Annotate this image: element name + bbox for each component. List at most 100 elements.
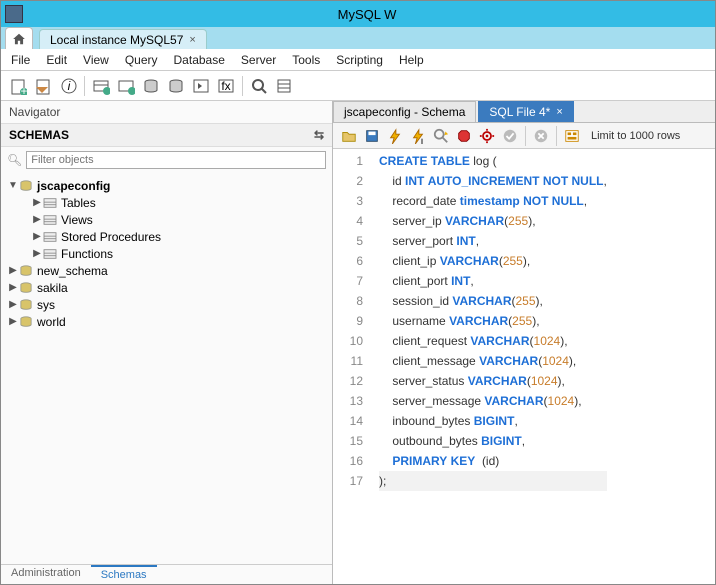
code-line[interactable]: username VARCHAR(255),	[379, 311, 607, 331]
tab-administration[interactable]: Administration	[1, 565, 91, 584]
window-title: MySQL W	[23, 7, 711, 22]
code-line[interactable]: client_ip VARCHAR(255),	[379, 251, 607, 271]
table-add-button[interactable]	[90, 75, 112, 97]
code-line[interactable]: id INT AUTO_INCREMENT NOT NULL,	[379, 171, 607, 191]
window-tabbar: Local instance MySQL57 ×	[1, 27, 715, 49]
tree-node-views[interactable]: ▶Views	[31, 211, 332, 228]
open-sql-button[interactable]	[32, 75, 54, 97]
schema-add-button[interactable]	[115, 75, 137, 97]
line-number: 4	[333, 211, 363, 231]
explain-button[interactable]	[431, 126, 451, 146]
menu-scripting[interactable]: Scripting	[336, 53, 383, 67]
func-button[interactable]: fx	[215, 75, 237, 97]
menu-edit[interactable]: Edit	[46, 53, 67, 67]
db-label: sys	[37, 298, 55, 312]
schemas-label: SCHEMAS	[9, 128, 69, 142]
home-icon	[12, 32, 26, 46]
editor-tab[interactable]: jscapeconfig - Schema	[333, 101, 476, 122]
tab-home[interactable]	[5, 27, 33, 49]
code-line[interactable]: PRIMARY KEY (id)	[379, 451, 607, 471]
tree-db-jscapeconfig[interactable]: ▼ jscapeconfig	[7, 177, 332, 194]
separator	[242, 76, 243, 96]
twisty-icon[interactable]: ▶	[7, 316, 19, 327]
svg-text:+: +	[20, 84, 27, 95]
code-line[interactable]: CREATE TABLE log (	[379, 151, 607, 171]
twisty-icon[interactable]: ▶	[31, 214, 43, 225]
menu-file[interactable]: File	[11, 53, 30, 67]
bolt-cursor-button[interactable]	[408, 126, 428, 146]
save-button[interactable]	[362, 126, 382, 146]
check-button[interactable]	[500, 126, 520, 146]
db-button[interactable]	[140, 75, 162, 97]
tree-node-tables[interactable]: ▶Tables	[31, 194, 332, 211]
code-line[interactable]: inbound_bytes BIGINT,	[379, 411, 607, 431]
db2-button[interactable]	[165, 75, 187, 97]
code-line[interactable]: client_port INT,	[379, 271, 607, 291]
code-line[interactable]: client_request VARCHAR(1024),	[379, 331, 607, 351]
code-line[interactable]: );	[379, 471, 607, 491]
format-button[interactable]	[562, 126, 582, 146]
gear-button[interactable]	[477, 126, 497, 146]
menu-query[interactable]: Query	[125, 53, 158, 67]
line-number: 8	[333, 291, 363, 311]
proc-button[interactable]	[190, 75, 212, 97]
menu-server[interactable]: Server	[241, 53, 276, 67]
twisty-icon[interactable]: ▶	[7, 265, 19, 276]
code-line[interactable]: server_ip VARCHAR(255),	[379, 211, 607, 231]
twisty-icon[interactable]: ▶	[31, 231, 43, 242]
tab-schemas[interactable]: Schemas	[91, 565, 157, 584]
folder-button[interactable]	[339, 126, 359, 146]
code-line[interactable]: session_id VARCHAR(255),	[379, 291, 607, 311]
code-lines[interactable]: CREATE TABLE log ( id INT AUTO_INCREMENT…	[369, 149, 607, 584]
refresh-icon[interactable]: ⇆	[314, 128, 324, 142]
twisty-icon[interactable]: ▶	[31, 197, 43, 208]
code-line[interactable]: server_port INT,	[379, 231, 607, 251]
tune-button[interactable]	[273, 75, 295, 97]
editor-tab[interactable]: SQL File 4*×	[478, 101, 573, 122]
new-sql-button[interactable]: +	[7, 75, 29, 97]
twisty-icon[interactable]: ▶	[31, 248, 43, 259]
stop-button[interactable]	[454, 126, 474, 146]
tree-node-stored-procedures[interactable]: ▶Stored Procedures	[31, 228, 332, 245]
filter-row: 🔍︎	[1, 147, 332, 173]
bolt-icon	[387, 128, 403, 144]
tree-db-sakila[interactable]: ▶ sakila	[7, 279, 332, 296]
tab-instance-label: Local instance MySQL57	[50, 33, 183, 47]
code-line[interactable]: outbound_bytes BIGINT,	[379, 431, 607, 451]
tree-node-functions[interactable]: ▶Functions	[31, 245, 332, 262]
menu-tools[interactable]: Tools	[292, 53, 320, 67]
schema-tree[interactable]: ▼ jscapeconfig▶Tables▶Views▶Stored Proced…	[1, 173, 332, 564]
code-editor[interactable]: 1234567891011121314151617 CREATE TABLE l…	[333, 149, 715, 584]
stop-icon	[456, 128, 472, 144]
db-label: jscapeconfig	[37, 179, 110, 193]
db-icon	[142, 77, 160, 95]
code-line[interactable]: record_date timestamp NOT NULL,	[379, 191, 607, 211]
bolt-cursor-icon	[410, 128, 426, 144]
db-label: sakila	[37, 281, 68, 295]
info-button[interactable]: i	[57, 75, 79, 97]
close-icon[interactable]: ×	[189, 34, 195, 46]
ab-button[interactable]	[531, 126, 551, 146]
filter-input[interactable]	[26, 151, 326, 169]
tree-db-world[interactable]: ▶world	[7, 313, 332, 330]
func-icon: fx	[217, 77, 235, 95]
search-button[interactable]	[248, 75, 270, 97]
code-line[interactable]: server_message VARCHAR(1024),	[379, 391, 607, 411]
menu-view[interactable]: View	[83, 53, 109, 67]
tree-db-sys[interactable]: ▶ sys	[7, 296, 332, 313]
code-line[interactable]: server_status VARCHAR(1024),	[379, 371, 607, 391]
new-sql-icon: +	[9, 77, 27, 95]
bolt-button[interactable]	[385, 126, 405, 146]
search-icon: 🔍︎	[7, 153, 22, 167]
twisty-icon[interactable]: ▼	[7, 180, 19, 191]
close-icon[interactable]: ×	[556, 106, 562, 118]
menu-database[interactable]: Database	[174, 53, 225, 67]
menu-help[interactable]: Help	[399, 53, 424, 67]
separator	[525, 126, 526, 146]
tab-instance[interactable]: Local instance MySQL57 ×	[39, 29, 207, 49]
twisty-icon[interactable]: ▶	[7, 282, 19, 293]
twisty-icon[interactable]: ▶	[7, 299, 19, 310]
tree-db-new_schema[interactable]: ▶new_schema	[7, 262, 332, 279]
code-line[interactable]: client_message VARCHAR(1024),	[379, 351, 607, 371]
limit-label[interactable]: Limit to 1000 rows	[591, 130, 680, 142]
